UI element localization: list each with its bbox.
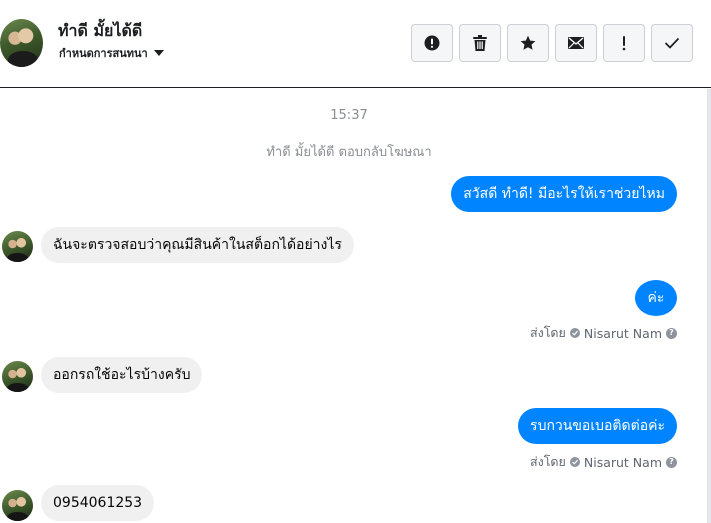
outgoing-message[interactable]: ค่ะ xyxy=(635,280,677,316)
sent-by-info: ส่งโดย Nisarut Nam ? xyxy=(530,323,677,343)
conversation-actions xyxy=(411,24,693,62)
help-icon[interactable]: ? xyxy=(666,456,677,468)
alert-icon xyxy=(424,35,440,51)
conversation-assign-dropdown[interactable]: กำหนดการสนทนา xyxy=(59,44,164,62)
incoming-message[interactable]: ออกรถใช้อะไรบ้างครับ xyxy=(41,357,203,393)
mark-unread-button[interactable] xyxy=(555,24,597,62)
outgoing-message[interactable]: รบกวนขอเบอติดต่อค่ะ xyxy=(518,408,677,444)
delete-button[interactable] xyxy=(459,24,501,62)
conversation-header: ทำดี มั้ยได้ดี กำหนดการสนทนา xyxy=(0,0,711,88)
caret-down-icon xyxy=(153,50,164,56)
thread-scrollbar[interactable] xyxy=(707,89,711,523)
mark-spam-button[interactable] xyxy=(411,24,453,62)
conversation-assign-label: กำหนดการสนทนา xyxy=(59,47,148,60)
report-button[interactable] xyxy=(603,24,645,62)
contact-avatar-small xyxy=(2,490,33,521)
contact-avatar[interactable] xyxy=(0,19,43,67)
incoming-message[interactable]: ฉันจะตรวจสอบว่าคุณมีสินค้าในสต็อกได้อย่า… xyxy=(41,227,354,263)
sender-name[interactable]: Nisarut Nam xyxy=(584,455,662,470)
checkmark-icon xyxy=(664,37,680,49)
contact-avatar-small xyxy=(2,361,33,392)
incoming-message[interactable]: 0954061253 xyxy=(41,485,155,521)
star-icon xyxy=(520,35,536,50)
system-message: ทำดี มั้ยได้ดี ตอบกลับโฆษณา xyxy=(266,145,432,160)
verified-icon xyxy=(569,457,580,467)
message-timestamp: 15:37 xyxy=(330,108,368,123)
verified-icon xyxy=(569,328,580,338)
exclamation-icon xyxy=(622,36,626,51)
sender-name[interactable]: Nisarut Nam xyxy=(584,326,662,341)
contact-avatar-small xyxy=(2,231,33,262)
contact-name[interactable]: ทำดี มั้ยได้ดี xyxy=(58,19,142,44)
mark-done-button[interactable] xyxy=(651,24,693,62)
help-icon[interactable]: ? xyxy=(666,327,677,339)
star-button[interactable] xyxy=(507,24,549,62)
envelope-icon xyxy=(568,37,584,49)
sent-by-label: ส่งโดย xyxy=(529,454,566,469)
sent-by-info: ส่งโดย Nisarut Nam ? xyxy=(530,452,677,472)
trash-icon xyxy=(473,35,487,51)
outgoing-message[interactable]: สวัสดี ทำดี! มีอะไรให้เราช่วยไหม xyxy=(451,176,677,212)
sent-by-label: ส่งโดย xyxy=(529,325,566,340)
